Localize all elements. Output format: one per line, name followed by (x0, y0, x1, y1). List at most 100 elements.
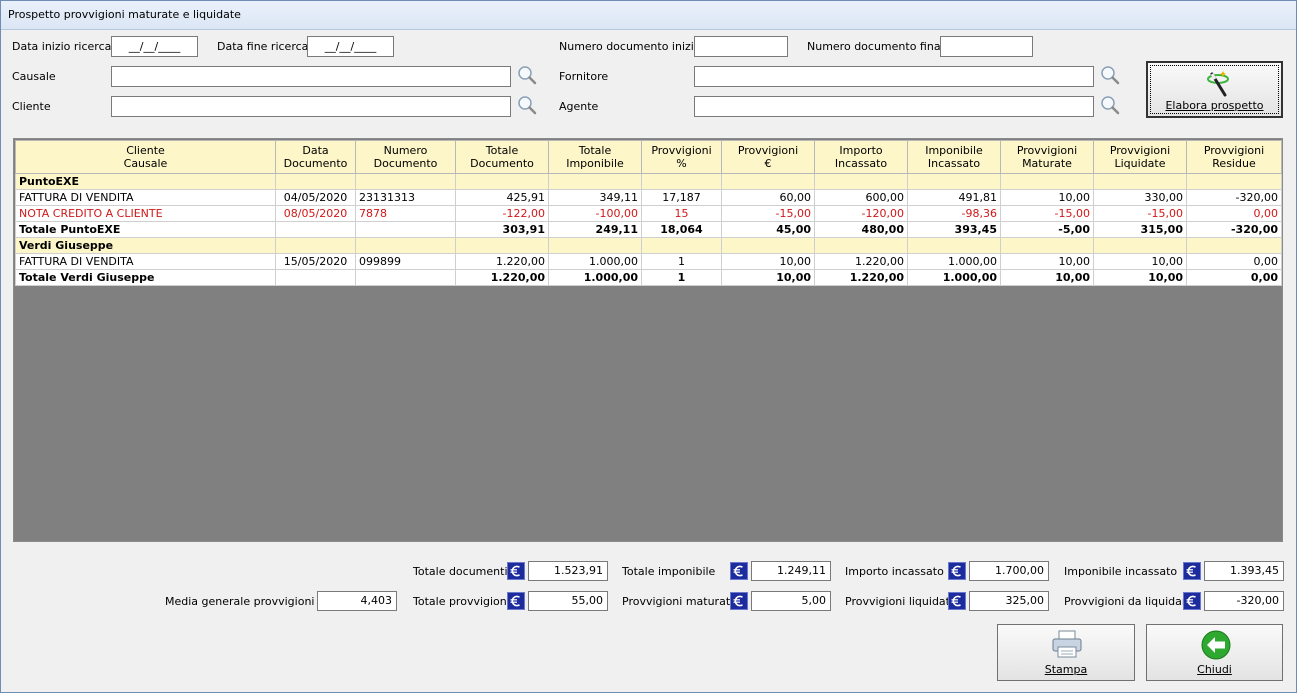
column-header[interactable]: Provvigioni% (641, 140, 722, 174)
cliente-search-icon[interactable] (516, 94, 538, 116)
table-cell: 491,81 (907, 189, 1001, 206)
column-header[interactable]: Cliente Causale (15, 140, 276, 174)
importo-incassato-label: Importo incassato (845, 565, 944, 578)
stampa-button[interactable]: Stampa (997, 624, 1135, 681)
column-header[interactable]: Provvigioni € (721, 140, 815, 174)
column-header-line: Totale (578, 144, 612, 157)
table-cell (355, 221, 456, 238)
column-header-line: Causale (123, 157, 168, 170)
table-cell: 330,00 (1093, 189, 1187, 206)
table-row[interactable]: FATTURA DI VENDITA 15/05/2020 099899 1.220,… (15, 253, 1282, 270)
table-row[interactable]: FATTURA DI VENDITA 04/05/2020 23131313 425,… (15, 189, 1282, 206)
column-header[interactable]: Totale Documento (455, 140, 549, 174)
column-header-line: Incassato (927, 157, 981, 170)
table-cell: 10,00 (1093, 269, 1187, 286)
agente-search-icon[interactable] (1099, 94, 1121, 116)
table-cell (907, 237, 1001, 254)
fornitore-search-icon[interactable] (1099, 64, 1121, 86)
data-fine-input[interactable]: __/__/____ (307, 36, 394, 57)
causale-input[interactable] (111, 66, 511, 87)
table-cell: 10,00 (721, 269, 815, 286)
column-header-line: Liquidate (1114, 157, 1166, 170)
column-header-line: Importo (839, 144, 883, 157)
provvigioni-liquidate-label: Provvigioni liquidate (845, 595, 957, 608)
table-cell: 600,00 (814, 189, 908, 206)
printer-icon (1052, 630, 1082, 658)
table-row[interactable]: NOTA CREDITO A CLIENTE 08/05/2020 7878 -122… (15, 205, 1282, 222)
num-doc-iniziale-input[interactable] (694, 36, 788, 57)
table-cell: 349,11 (548, 189, 642, 206)
table-cell: 1.220,00 (455, 253, 549, 270)
data-inizio-input[interactable]: __/__/____ (111, 36, 198, 57)
column-header[interactable]: Totale Imponibile (548, 140, 642, 174)
table-cell (1000, 237, 1094, 254)
table-cell (548, 173, 642, 190)
table-cell: 249,11 (548, 221, 642, 238)
group-row[interactable]: PuntoEXE (15, 173, 1282, 190)
main-window: Prospetto provvigioni maturate e liquida… (0, 0, 1297, 693)
table-cell (455, 173, 549, 190)
table-cell: 23131313 (355, 189, 456, 206)
table-cell (355, 237, 456, 254)
table-cell (721, 237, 815, 254)
column-header[interactable]: Importo Incassato (814, 140, 908, 174)
totale-documenti-label: Totale documenti (413, 565, 508, 578)
column-header[interactable]: Provvigioni Residue (1186, 140, 1282, 174)
table-cell: -120,00 (814, 205, 908, 222)
num-doc-finale-label: Numero documento finale (807, 40, 951, 53)
table-cell (355, 173, 456, 190)
table-cell: 1.220,00 (455, 269, 549, 286)
table-cell (275, 269, 356, 286)
fornitore-input[interactable] (694, 66, 1094, 87)
table-cell: 0,00 (1186, 269, 1282, 286)
cliente-input[interactable] (111, 96, 511, 117)
table-cell: 7878 (355, 205, 456, 222)
total-row[interactable]: Totale PuntoEXE 303,91 249,11 18,064 45,00 48… (15, 221, 1282, 238)
table-cell (1093, 173, 1187, 190)
table-cell: 1.000,00 (907, 253, 1001, 270)
table-cell: 10,00 (1000, 189, 1094, 206)
title-bar: Prospetto provvigioni maturate e liquida… (1, 1, 1296, 30)
table-cell: 1.000,00 (548, 269, 642, 286)
agente-input[interactable] (694, 96, 1094, 117)
column-header-line: Documento (283, 157, 348, 170)
window-title: Prospetto provvigioni maturate e liquida… (8, 8, 241, 21)
elabora-prospetto-button[interactable]: Elabora prospetto (1146, 61, 1283, 118)
table-cell: 08/05/2020 (275, 205, 356, 222)
totale-imponibile-value: 1.249,11 (751, 561, 831, 581)
table-cell: 60,00 (721, 189, 815, 206)
column-header-line: Documento (373, 157, 438, 170)
column-header[interactable]: Imponibile Incassato (907, 140, 1001, 174)
num-doc-finale-input[interactable] (940, 36, 1033, 57)
table-cell: 425,91 (455, 189, 549, 206)
chiudi-button[interactable]: Chiudi (1146, 624, 1283, 681)
group-row[interactable]: Verdi Giuseppe (15, 237, 1282, 254)
table-cell: -15,00 (1000, 205, 1094, 222)
column-header[interactable]: Data Documento (275, 140, 356, 174)
table-cell (641, 173, 722, 190)
column-header[interactable]: Provvigioni Maturate (1000, 140, 1094, 174)
media-provvigioni-label: Media generale provvigioni % (165, 595, 329, 608)
table-cell (641, 237, 722, 254)
table-cell: 480,00 (814, 221, 908, 238)
column-header-line: Provvigioni (737, 144, 799, 157)
provvigioni-maturate-value: 5,00 (751, 591, 831, 611)
results-grid[interactable]: Cliente Causale Data Documento Numero Documen… (13, 138, 1283, 542)
column-header-line: Cliente (126, 144, 165, 157)
results-table: Cliente Causale Data Documento Numero Documen… (15, 140, 1282, 286)
back-arrow-icon (1201, 630, 1231, 660)
column-header[interactable]: Numero Documento (355, 140, 456, 174)
elabora-prospetto-label: Elabora prospetto (1165, 99, 1264, 112)
table-cell: 15 (641, 205, 722, 222)
table-cell: FATTURA DI VENDITA (15, 253, 276, 270)
total-row[interactable]: Totale Verdi Giuseppe 1.220,00 1.000,00 1 10… (15, 269, 1282, 286)
table-cell: 393,45 (907, 221, 1001, 238)
column-header-line: % (676, 157, 687, 170)
table-cell: Verdi Giuseppe (15, 237, 276, 254)
totale-provvigioni-label: Totale provvigioni (413, 595, 510, 608)
importo-incassato-value: 1.700,00 (969, 561, 1049, 581)
column-header[interactable]: Provvigioni Liquidate (1093, 140, 1187, 174)
euro-icon (1183, 592, 1201, 610)
table-cell: PuntoEXE (15, 173, 276, 190)
causale-search-icon[interactable] (516, 64, 538, 86)
